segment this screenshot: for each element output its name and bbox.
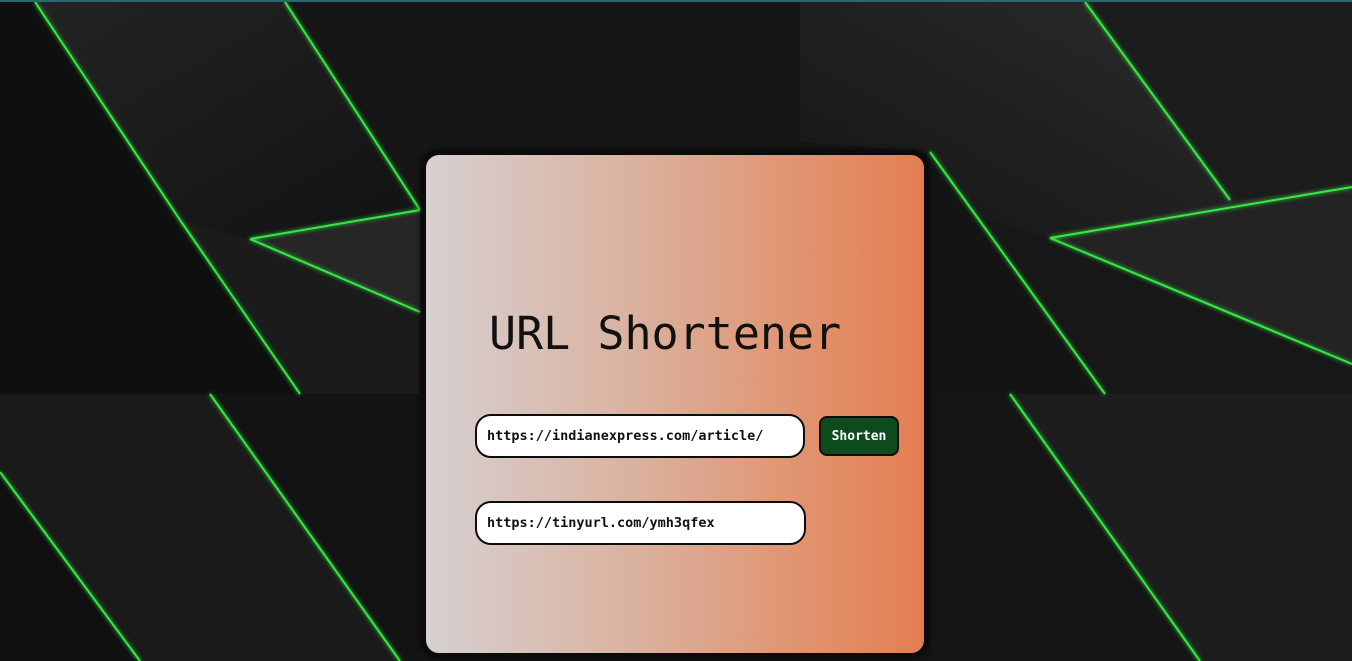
shorten-button[interactable]: Shorten [819, 416, 899, 456]
short-url-output[interactable] [475, 501, 806, 545]
page-title: URL Shortener [489, 307, 842, 360]
long-url-input[interactable] [475, 414, 805, 458]
url-shortener-card: URL Shortener Shorten [421, 150, 929, 658]
